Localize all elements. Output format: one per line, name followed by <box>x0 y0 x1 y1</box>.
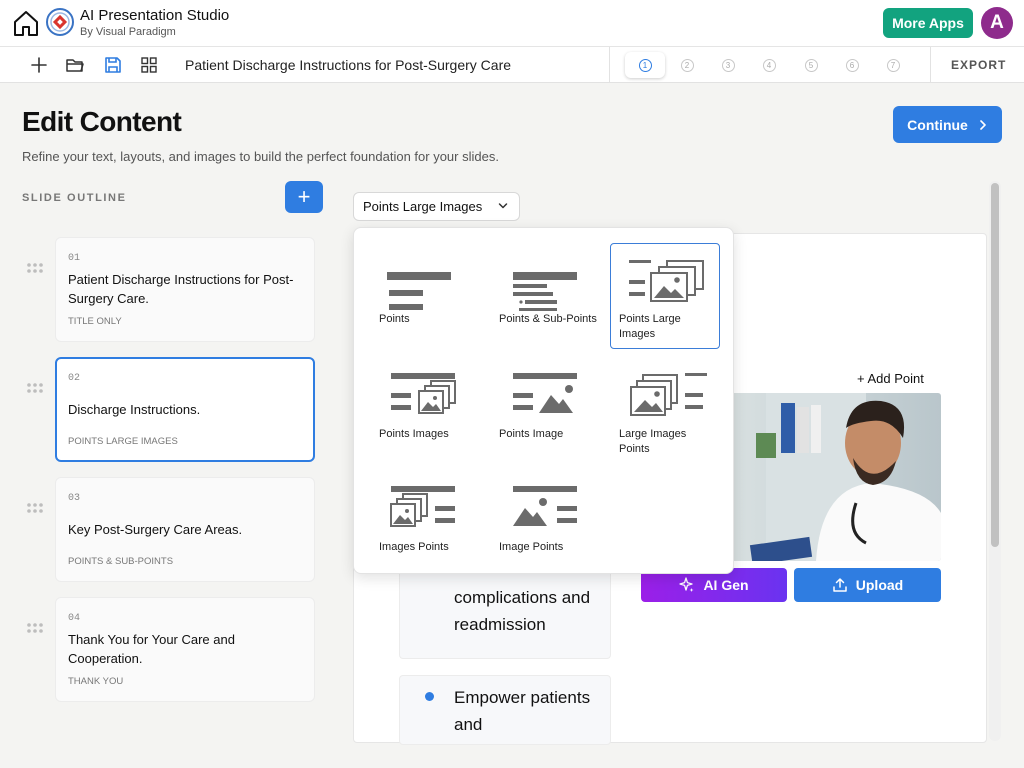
slide-title: Patient Discharge Instructions for Post-… <box>68 272 294 306</box>
layout-option-images-points[interactable]: Images Points <box>370 471 480 577</box>
drag-handle-icon[interactable] <box>26 381 44 393</box>
app-title: AI Presentation Studio <box>80 7 230 24</box>
layout-option-label: Points <box>379 313 410 325</box>
slide-title: Discharge Instructions. <box>68 402 201 417</box>
layout-option-points-large-images[interactable]: Points Large Images <box>610 243 720 349</box>
drag-handle-icon[interactable] <box>26 261 44 273</box>
step-6[interactable]: 6 <box>832 52 872 78</box>
more-apps-button[interactable]: More Apps <box>883 8 973 38</box>
layout-option-label: Large Images Points <box>619 428 687 455</box>
slide-card-2[interactable]: 02 Discharge Instructions. POINTS LARGE … <box>55 357 315 462</box>
layout-option-label: Points Large Images <box>619 313 681 340</box>
point-card-1[interactable]: complications and readmission <box>399 570 611 659</box>
slide-title: Thank You for Your Care and Cooperation. <box>68 632 235 666</box>
layout-option-points-sub-points[interactable]: Points & Sub-Points <box>490 243 600 349</box>
layout-dropdown: Points Points & Sub-Points Points Large … <box>353 227 734 574</box>
toolbar: Patient Discharge Instructions for Post-… <box>0 46 1024 83</box>
export-button[interactable]: EXPORT <box>951 58 1006 72</box>
layout-points-subpoints-icon <box>513 272 577 311</box>
layout-images-points-icon <box>390 486 455 527</box>
point-text[interactable]: complications and readmission <box>454 584 604 638</box>
step-7[interactable]: 7 <box>873 52 913 78</box>
toolbar-divider <box>930 47 931 83</box>
folder-icon[interactable] <box>65 55 85 75</box>
slide-title: Key Post-Surgery Care Areas. <box>68 522 243 537</box>
step-4[interactable]: 4 <box>749 52 789 78</box>
logo-icon <box>46 8 74 36</box>
slide-card-1[interactable]: 01 Patient Discharge Instructions for Po… <box>55 237 315 342</box>
point-card-2[interactable]: Empower patients and <box>399 675 611 745</box>
add-slide-button[interactable]: + <box>285 181 323 213</box>
document-title[interactable]: Patient Discharge Instructions for Post-… <box>185 57 511 73</box>
slide-number: 04 <box>68 613 81 624</box>
layout-option-points[interactable]: Points <box>370 243 480 349</box>
ai-gen-label: AI Gen <box>703 577 749 593</box>
toolbar-divider <box>609 47 610 83</box>
layout-image-points-icon <box>513 486 577 526</box>
chevron-down-icon <box>498 203 508 209</box>
layout-option-label: Points & Sub-Points <box>499 313 597 325</box>
layout-option-points-image[interactable]: Points Image <box>490 358 600 464</box>
layout-option-points-images[interactable]: Points Images <box>370 358 480 464</box>
page-title: Edit Content <box>22 106 182 137</box>
home-icon[interactable] <box>10 7 42 39</box>
continue-label: Continue <box>907 116 968 133</box>
slide-number: 03 <box>68 493 81 504</box>
page-subtitle: Refine your text, layouts, and images to… <box>22 149 499 164</box>
upload-label: Upload <box>855 577 904 593</box>
layout-option-label: Points Image <box>499 428 564 440</box>
continue-button[interactable]: Continue <box>893 106 1002 143</box>
layout-option-image-points[interactable]: Image Points <box>490 471 600 577</box>
layout-select-value: Points Large Images <box>363 199 483 214</box>
slide-type: THANK YOU <box>68 676 124 687</box>
grid-icon[interactable] <box>139 55 159 75</box>
chevron-right-icon <box>980 119 986 130</box>
layout-option-label: Points Images <box>379 428 449 440</box>
step-3[interactable]: 3 <box>708 52 748 78</box>
step-1[interactable]: 1 <box>625 52 665 78</box>
point-text[interactable]: Empower patients and <box>454 684 604 738</box>
layout-option-label: Image Points <box>499 541 564 553</box>
layout-points-large-images-icon <box>629 260 704 302</box>
drag-handle-icon[interactable] <box>26 621 44 633</box>
avatar[interactable]: A <box>981 7 1013 39</box>
layout-option-label: Images Points <box>379 541 449 553</box>
layout-option-large-images-points[interactable]: Large Images Points <box>610 358 720 464</box>
top-bar: AI Presentation Studio By Visual Paradig… <box>0 0 1024 46</box>
upload-icon <box>833 578 847 592</box>
plus-icon[interactable] <box>29 55 49 75</box>
layout-points-image-icon <box>513 373 577 413</box>
bullet-icon <box>425 692 434 701</box>
layout-points-icon <box>387 272 451 310</box>
add-point-button[interactable]: + Add Point <box>857 371 924 386</box>
step-2[interactable]: 2 <box>667 52 707 78</box>
slide-type: POINTS LARGE IMAGES <box>68 436 178 447</box>
layout-points-images-icon <box>391 373 456 414</box>
slide-card-4[interactable]: 04 Thank You for Your Care and Cooperati… <box>55 597 315 702</box>
app-subtitle: By Visual Paradigm <box>80 26 176 38</box>
step-5[interactable]: 5 <box>791 52 831 78</box>
drag-handle-icon[interactable] <box>26 501 44 513</box>
slide-card-3[interactable]: 03 Key Post-Surgery Care Areas. POINTS &… <box>55 477 315 582</box>
slide-number: 02 <box>68 373 81 384</box>
upload-button[interactable]: Upload <box>794 568 941 602</box>
step-indicator: 1 2 3 4 5 6 7 <box>625 52 915 78</box>
sparkle-icon <box>679 577 694 592</box>
scrollbar-thumb[interactable] <box>991 183 999 547</box>
layout-select[interactable]: Points Large Images <box>353 192 520 221</box>
slide-type: POINTS & SUB-POINTS <box>68 556 174 567</box>
save-icon[interactable] <box>103 55 123 75</box>
slide-number: 01 <box>68 253 81 264</box>
outline-label: SLIDE OUTLINE <box>22 192 127 204</box>
layout-large-images-points-icon <box>630 373 707 416</box>
slide-type: TITLE ONLY <box>68 316 122 327</box>
